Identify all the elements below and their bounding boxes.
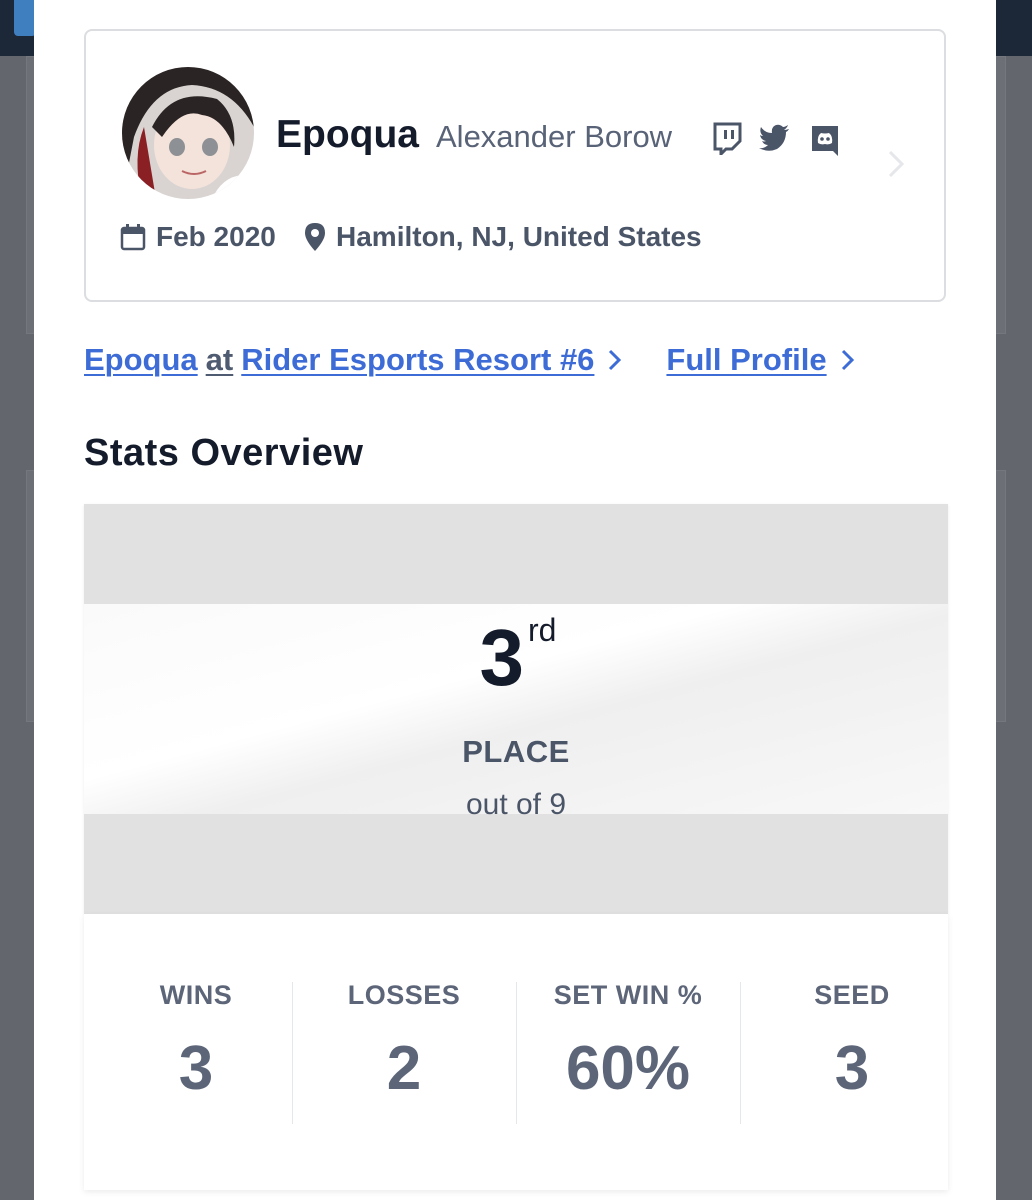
- chevron-right-icon[interactable]: [886, 149, 906, 179]
- avatar: [122, 67, 254, 199]
- player-modal: Epoqua Alexander Borow Feb 2020 Hamilton…: [34, 0, 996, 1200]
- stat-label: SET WIN %: [553, 980, 703, 1010]
- chevron-right-icon[interactable]: [841, 348, 855, 372]
- stat-seed: SEED 3: [740, 980, 964, 1104]
- profile-card[interactable]: Epoqua Alexander Borow Feb 2020 Hamilton…: [84, 29, 946, 302]
- stat-wins: WINS 3: [84, 980, 308, 1104]
- stat-label: SEED: [814, 980, 890, 1010]
- joined-date: Feb 2020: [120, 219, 276, 255]
- stats-summary: WINS 3 LOSSES 2 SET WIN % 60% SEED 3: [84, 914, 948, 1190]
- location-pin-icon: [305, 223, 325, 251]
- stat-value: 60%: [565, 1034, 691, 1103]
- gamertag: Epoqua: [276, 113, 419, 156]
- stat-losses: LOSSES 2: [292, 980, 516, 1104]
- discord-icon[interactable]: [808, 123, 842, 157]
- stat-value: 3: [178, 1034, 214, 1103]
- background-logo: [14, 0, 36, 36]
- location-text: Hamilton, NJ, United States: [336, 221, 702, 252]
- placement-label: PLACE: [462, 734, 570, 769]
- real-name: Alexander Borow: [436, 119, 673, 154]
- stat-set-win: SET WIN % 60%: [516, 980, 740, 1104]
- stat-label: LOSSES: [347, 980, 461, 1010]
- player-link[interactable]: Epoqua: [84, 342, 198, 378]
- twitch-icon[interactable]: [710, 121, 744, 155]
- links-row: Epoqua at Rider Esports Resort #6 Full P…: [84, 340, 855, 380]
- placement-panel: 3rd PLACE out of 9: [84, 504, 948, 914]
- placement-value: 3: [479, 613, 525, 702]
- twitter-icon[interactable]: [758, 121, 792, 155]
- stat-value: 3: [834, 1034, 870, 1103]
- calendar-icon: [120, 224, 146, 251]
- stat-label: WINS: [159, 980, 233, 1010]
- event-link[interactable]: Rider Esports Resort #6: [241, 342, 594, 378]
- placement-out-of: out of 9: [465, 788, 567, 821]
- joined-date-text: Feb 2020: [156, 221, 276, 252]
- stat-value: 2: [386, 1034, 422, 1103]
- stats-overview-title: Stats Overview: [84, 432, 364, 474]
- location: Hamilton, NJ, United States: [304, 219, 702, 255]
- at-text: at: [205, 342, 234, 377]
- placement-number: 3rd: [84, 612, 948, 704]
- full-profile-link[interactable]: Full Profile: [666, 342, 826, 378]
- placement-suffix: rd: [528, 612, 557, 648]
- chevron-right-icon[interactable]: [608, 348, 622, 372]
